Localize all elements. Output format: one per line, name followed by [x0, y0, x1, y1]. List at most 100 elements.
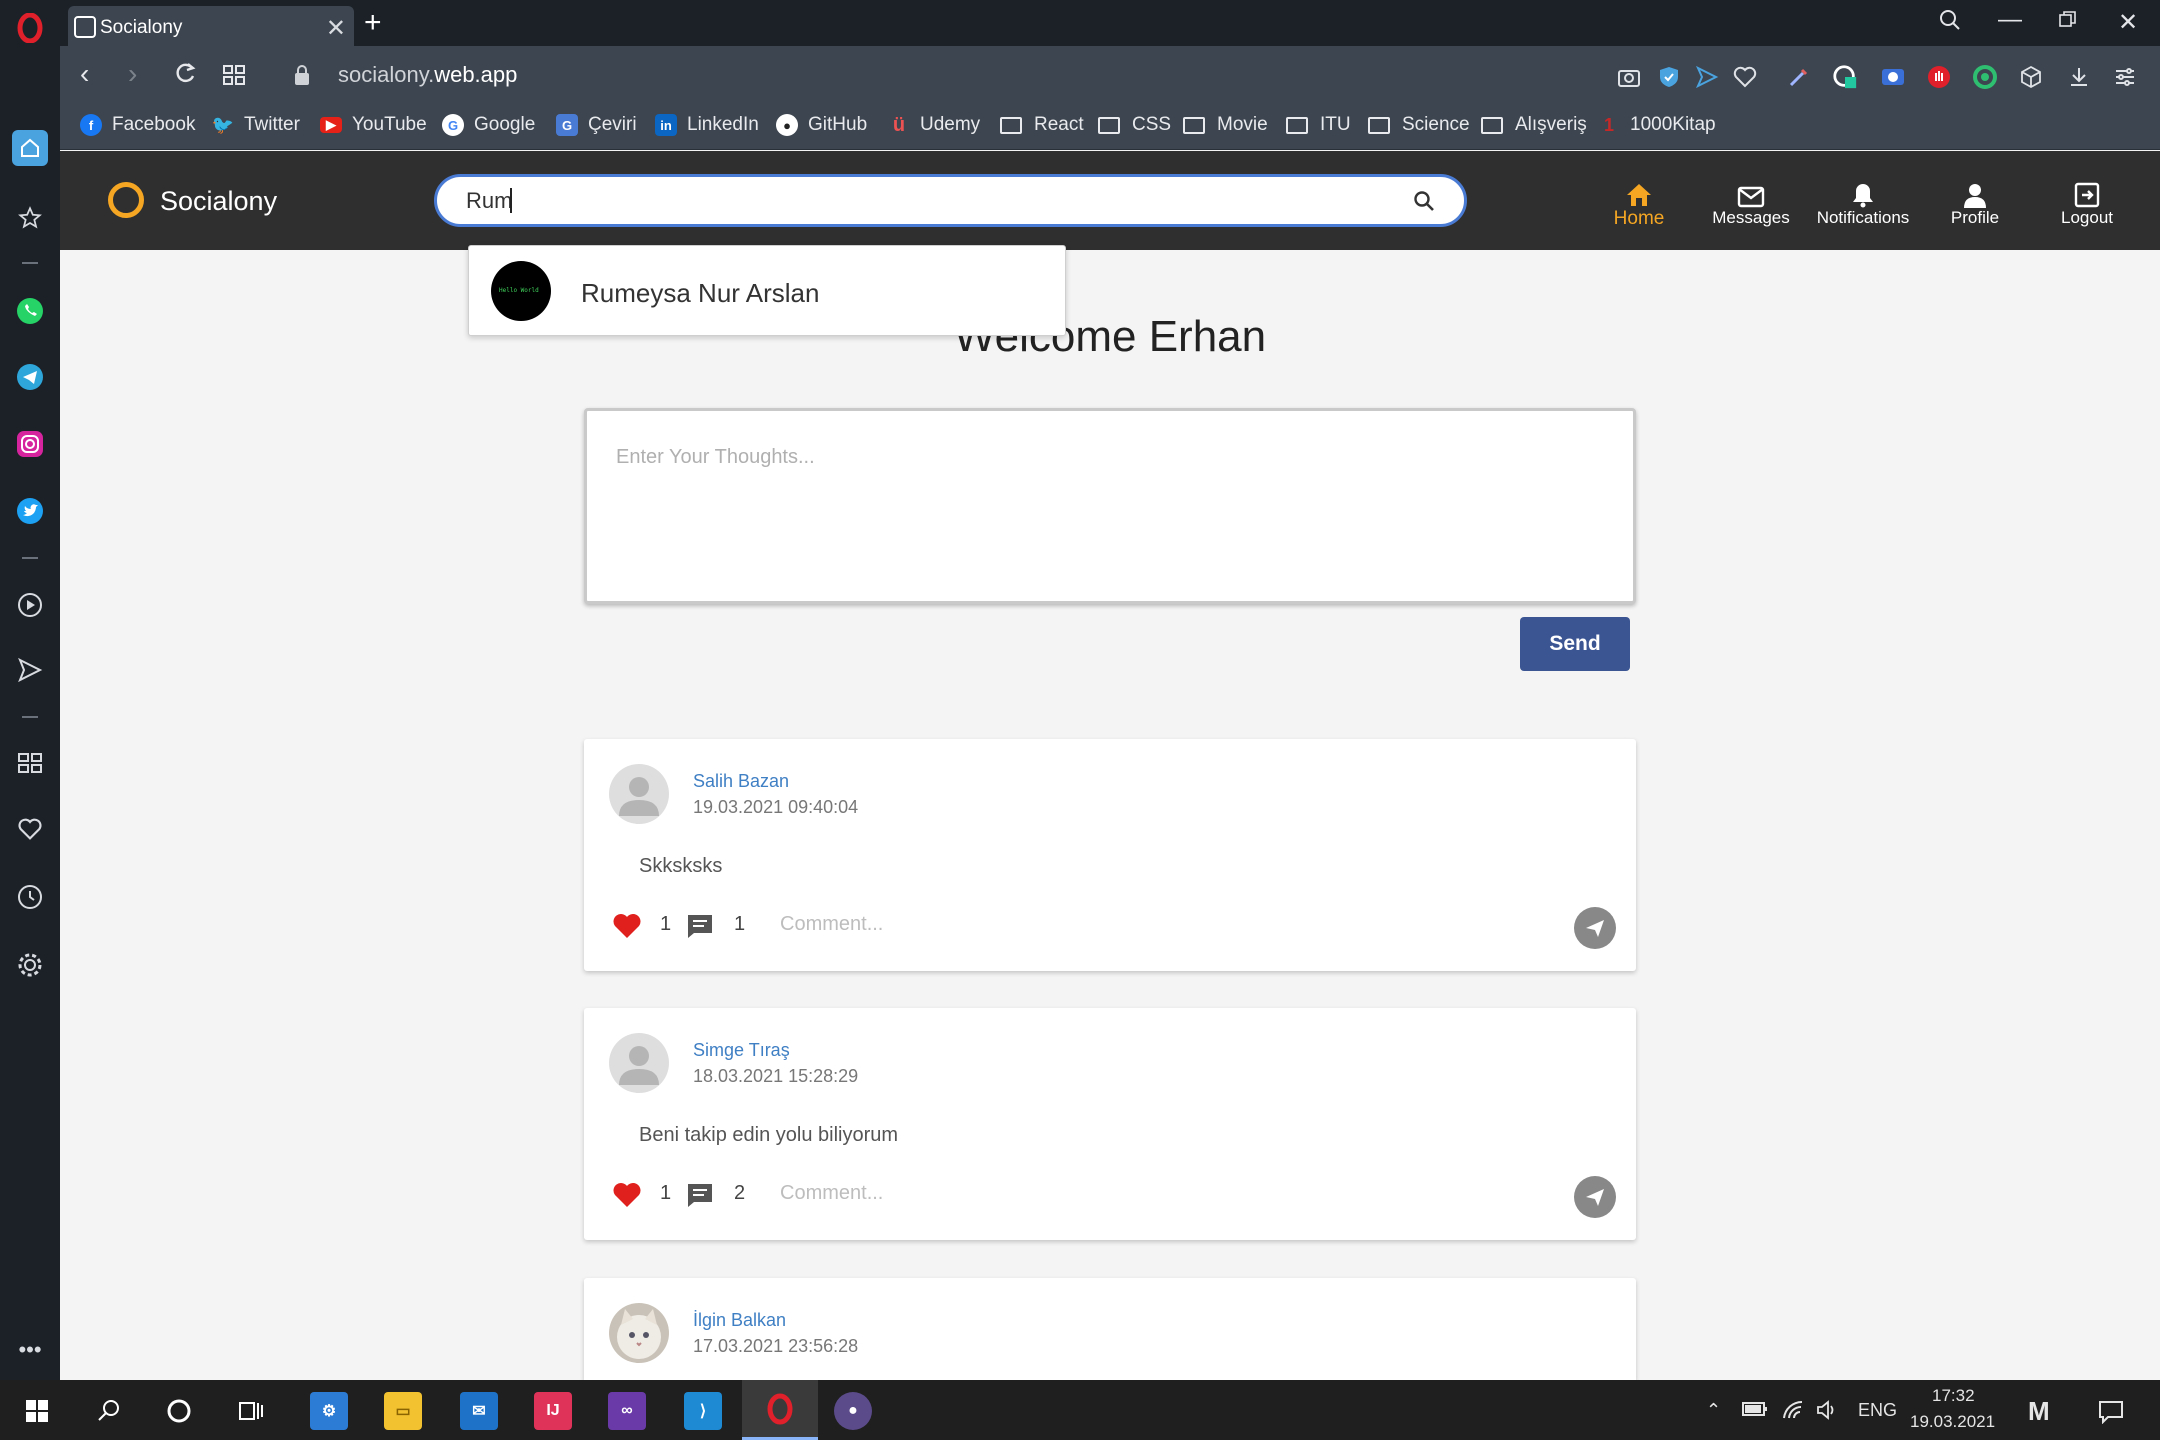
- color-picker-icon[interactable]: [1786, 64, 1812, 90]
- opera-taskbar-icon[interactable]: [742, 1380, 818, 1440]
- bookmark-facebook[interactable]: f Facebook: [80, 113, 195, 137]
- my-flow-heart-icon[interactable]: [1732, 64, 1758, 90]
- player-icon[interactable]: [10, 585, 50, 625]
- post-author[interactable]: İlgin Balkan: [693, 1310, 786, 1331]
- tab-socialony[interactable]: Socialony ✕: [68, 6, 354, 46]
- clock-date[interactable]: 19.03.2021: [1910, 1412, 1995, 1432]
- nav-home[interactable]: Home: [1584, 178, 1694, 230]
- avatar[interactable]: [609, 1033, 669, 1093]
- lock-icon[interactable]: [294, 64, 310, 91]
- search-input[interactable]: [434, 174, 1467, 227]
- comment-input[interactable]: Comment...: [780, 913, 883, 936]
- windows-start-icon[interactable]: [18, 1392, 56, 1430]
- bookmark-twitter[interactable]: 🐦 Twitter: [212, 113, 300, 137]
- bookmark-youtube[interactable]: ▶ YouTube: [320, 113, 427, 137]
- nav-notifications[interactable]: Notifications: [1808, 178, 1918, 228]
- restore-icon[interactable]: [2058, 8, 2078, 36]
- language-indicator[interactable]: ENG: [1858, 1400, 1897, 1421]
- thought-textarea[interactable]: [584, 408, 1636, 604]
- bookmark-ceviri[interactable]: G Çeviri: [556, 113, 637, 137]
- bookmarks-star-icon[interactable]: [10, 198, 50, 238]
- taskbar-search-icon[interactable]: [90, 1392, 128, 1430]
- bookmark-github[interactable]: ● GitHub: [776, 113, 867, 137]
- vscode-icon[interactable]: ⟩: [684, 1392, 722, 1430]
- reload-icon[interactable]: [172, 60, 198, 93]
- opera-logo-icon[interactable]: [10, 8, 50, 48]
- tab-search-icon[interactable]: [1938, 8, 1962, 39]
- settings-gear-icon[interactable]: [10, 945, 50, 985]
- nav-logout[interactable]: Logout: [2032, 178, 2142, 228]
- send-comment-icon[interactable]: [1574, 1176, 1616, 1218]
- comment-icon[interactable]: [686, 913, 714, 944]
- bookmark-science[interactable]: Science: [1368, 113, 1470, 137]
- speed-test-icon[interactable]: [1832, 64, 1858, 90]
- control-panel-icon[interactable]: ⚙: [310, 1392, 348, 1430]
- history-clock-icon[interactable]: [10, 877, 50, 917]
- workspaces-grid-icon[interactable]: [10, 743, 50, 783]
- search-result-avatar[interactable]: Hello World: [491, 261, 551, 321]
- cortana-icon[interactable]: [160, 1392, 198, 1430]
- back-arrow-icon[interactable]: ‹: [80, 58, 89, 90]
- bookmark-1000kitap[interactable]: 1 1000Kitap: [1598, 113, 1716, 137]
- nav-messages[interactable]: Messages: [1696, 178, 1806, 228]
- battery-icon[interactable]: [1742, 1400, 1768, 1423]
- bookmark-movie[interactable]: Movie: [1183, 113, 1268, 137]
- app-logo-text[interactable]: Socialony: [160, 186, 277, 217]
- avatar[interactable]: [609, 1303, 669, 1363]
- heart-like-icon[interactable]: [612, 1182, 642, 1213]
- gmail-tray-icon[interactable]: M: [2028, 1396, 2050, 1427]
- send-comment-icon[interactable]: [1574, 907, 1616, 949]
- avatar[interactable]: [609, 764, 669, 824]
- send-button[interactable]: Send: [1520, 617, 1630, 671]
- tabs-grid-icon[interactable]: [222, 62, 246, 94]
- twitter-sidebar-icon[interactable]: [10, 491, 50, 531]
- comment-icon[interactable]: [686, 1182, 714, 1213]
- bookmark-alisveris[interactable]: Alışveriş: [1481, 113, 1587, 137]
- bookmark-itu[interactable]: ITU: [1286, 113, 1351, 137]
- bookmark-linkedin[interactable]: in LinkedIn: [655, 113, 759, 137]
- new-tab-plus-icon[interactable]: +: [364, 6, 382, 40]
- github-desktop-icon[interactable]: ●: [834, 1392, 872, 1430]
- bookmark-udemy[interactable]: ü Udemy: [888, 113, 980, 137]
- vpn-shield-icon[interactable]: [1656, 64, 1682, 90]
- easy-setup-menu-icon[interactable]: [2112, 64, 2138, 90]
- extensions-cube-icon[interactable]: [2018, 64, 2044, 90]
- close-window-icon[interactable]: ✕: [2118, 8, 2138, 37]
- task-view-icon[interactable]: [232, 1392, 270, 1430]
- post-author[interactable]: Salih Bazan: [693, 771, 789, 792]
- flow-icon[interactable]: [1694, 64, 1720, 90]
- download-icon[interactable]: [2066, 64, 2092, 90]
- telegram-icon[interactable]: [10, 357, 50, 397]
- file-explorer-icon[interactable]: ▭: [384, 1392, 422, 1430]
- socialony-logo-icon[interactable]: [108, 182, 144, 218]
- search-icon[interactable]: [1413, 190, 1435, 217]
- bookmark-react[interactable]: React: [1000, 113, 1084, 137]
- nav-profile[interactable]: Profile: [1920, 178, 2030, 228]
- wifi-icon[interactable]: [1782, 1400, 1804, 1425]
- heart-icon[interactable]: [10, 809, 50, 849]
- forward-arrow-icon[interactable]: ›: [128, 58, 137, 90]
- mail-app-icon[interactable]: ✉: [460, 1392, 498, 1430]
- volume-icon[interactable]: [1816, 1400, 1838, 1425]
- screen-capture-icon[interactable]: [1880, 64, 1906, 90]
- close-tab-icon[interactable]: ✕: [326, 14, 346, 43]
- heart-like-icon[interactable]: [612, 913, 642, 944]
- visual-studio-icon[interactable]: ∞: [608, 1392, 646, 1430]
- adblock-hand-icon[interactable]: [1926, 64, 1952, 90]
- intellij-idea-icon[interactable]: IJ: [534, 1392, 572, 1430]
- url-field[interactable]: socialony.web.app: [338, 62, 517, 88]
- instagram-icon[interactable]: [10, 424, 50, 464]
- post-author[interactable]: Simge Tıraş: [693, 1040, 790, 1061]
- bookmark-google[interactable]: G Google: [442, 113, 535, 137]
- snapshot-camera-icon[interactable]: [1616, 64, 1642, 90]
- search-result-name[interactable]: Rumeysa Nur Arslan: [581, 278, 819, 309]
- tray-chevron-up-icon[interactable]: ⌃: [1706, 1400, 1721, 1421]
- speed-dial-home-icon[interactable]: [12, 130, 48, 166]
- action-center-icon[interactable]: [2098, 1400, 2124, 1429]
- clock-time[interactable]: 17:32: [1932, 1386, 1975, 1406]
- flow-send-icon[interactable]: [10, 650, 50, 690]
- ring-extension-icon[interactable]: [1972, 64, 1998, 90]
- minimize-icon[interactable]: —: [1998, 6, 2022, 34]
- more-dots-icon[interactable]: •••: [10, 1330, 50, 1370]
- comment-input[interactable]: Comment...: [780, 1182, 883, 1205]
